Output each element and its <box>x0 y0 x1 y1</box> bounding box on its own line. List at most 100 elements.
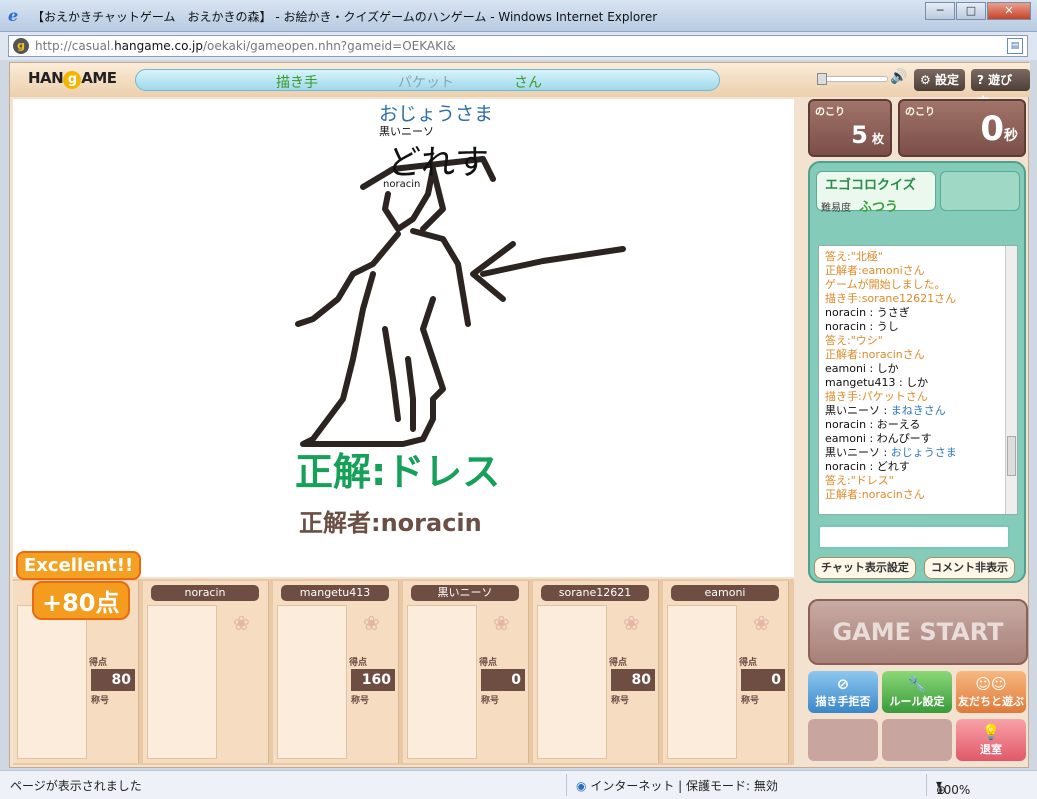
chat-message: しか <box>876 362 899 375</box>
quiz-side-pane <box>940 171 1020 211</box>
player-name: eamoni <box>671 585 779 601</box>
chat-scrollbar[interactable] <box>1005 246 1017 514</box>
drawer-label: 描き手 <box>276 75 318 91</box>
player-name: noracin <box>151 585 259 601</box>
chat-author: 黒いニーソ <box>825 404 880 417</box>
chat-line: 描き手:sorane12621さん <box>825 292 957 305</box>
score-value: 0 <box>741 669 785 691</box>
player-avatar <box>17 605 87 759</box>
url-field[interactable]: g http://casual.hangame.co.jp/oekaki/gam… <box>8 35 1028 57</box>
remaining-time-label: のこり <box>905 107 935 118</box>
settings-button[interactable]: ⚙ 設定 <box>914 69 965 91</box>
player-avatar <box>277 605 347 759</box>
refuse-draw-button[interactable]: ⊘ 描き手拒否 <box>808 671 878 713</box>
address-bar: g http://casual.hangame.co.jp/oekaki/gam… <box>0 32 1037 60</box>
player-slot-6[interactable]: eamoni ❀ 得点 0 称号 <box>663 581 789 763</box>
game-header: HANgAME 描き手 パケット さん 🔊 ⚙ 設定 ? 遊び方 <box>10 63 1030 109</box>
question-icon: ? <box>977 73 984 87</box>
flower-icon: ❀ <box>753 611 770 635</box>
compatibility-view-icon[interactable]: ▤ <box>1007 38 1023 54</box>
remaining-cards-value: 5 枚 <box>851 121 884 149</box>
chat-log[interactable]: 答え:"北極" 正解者:eamoniさん ゲームが開始しました。 描き手:sorane… <box>818 245 1018 515</box>
zone-text: インターネット | 保護モード: 無効 <box>590 779 778 793</box>
player-avatar <box>667 605 737 759</box>
refuse-draw-label: 描き手拒否 <box>815 695 871 708</box>
score-label: 得点 <box>349 658 368 668</box>
hangame-logo[interactable]: HAN g AME <box>22 69 123 91</box>
flower-icon: ❀ <box>623 611 640 635</box>
empty-slot-button-2 <box>882 719 952 761</box>
score-value: 160 <box>351 669 395 691</box>
chat-author: noracin <box>825 460 867 473</box>
chat-settings-button[interactable]: チャット表示設定 <box>814 557 916 579</box>
zoom-level: 100% <box>936 783 971 797</box>
speaker-icon[interactable]: 🔊 <box>890 69 907 85</box>
maximize-button[interactable]: □ <box>956 2 986 20</box>
player-name: mangetu413 <box>281 585 389 601</box>
chat-message: どれす <box>876 460 910 473</box>
score-label: 得点 <box>89 658 108 668</box>
minimize-button[interactable]: ─ <box>925 2 955 20</box>
security-zone[interactable]: ◉ インターネット | 保護モード: 無効 <box>576 777 778 794</box>
chat-author: mangetu413 <box>825 376 896 389</box>
difficulty-value: ふつう <box>859 200 899 215</box>
difficulty-label: 難易度 <box>821 203 851 214</box>
title-label: 称号 <box>91 696 110 706</box>
chat-line: noracin : うし <box>825 320 899 333</box>
score-value: 80 <box>91 669 135 691</box>
title-label: 称号 <box>351 696 370 706</box>
player-avatar <box>147 605 217 759</box>
guess-user: noracin <box>383 179 421 190</box>
status-text: ページが表示されました <box>10 779 142 793</box>
player-slot-4[interactable]: 黒いニーソ ❀ 得点 0 称号 <box>403 581 529 763</box>
status-divider <box>926 774 927 796</box>
chat-author: eamoni <box>825 362 866 375</box>
rule-settings-button[interactable]: 🔧 ルール設定 <box>882 671 952 713</box>
chat-line: 正解者:eamoniさん <box>825 264 925 277</box>
empty-slot-button-1 <box>808 719 878 761</box>
chat-line: noracin : うさぎ <box>825 306 910 319</box>
chat-input[interactable] <box>818 525 1010 549</box>
chat-author: noracin <box>825 418 867 431</box>
chat-scroll-thumb[interactable] <box>1007 436 1016 476</box>
status-divider <box>566 774 567 796</box>
quiz-panel: エゴコロクイズ 難易度 ふつう 答え:"北極" 正解者:eamoniさん ゲームが開始… <box>808 161 1026 583</box>
drawer-name: パケット <box>398 75 454 91</box>
close-button[interactable]: ✕ <box>987 2 1031 20</box>
hide-comments-button[interactable]: コメント非表示 <box>924 557 1015 579</box>
player-slot-5[interactable]: sorane12621 ❀ 得点 80 称号 <box>533 581 659 763</box>
player-slot-3[interactable]: mangetu413 ❀ 得点 160 称号 <box>273 581 399 763</box>
chat-message: まねきさん <box>890 404 946 417</box>
url-text: http://casual.hangame.co.jp/oekaki/gameo… <box>35 39 456 53</box>
invite-friends-button[interactable]: ☺☺ 友だちと遊ぶ <box>956 671 1026 713</box>
stroke-dress <box>300 271 446 447</box>
player-area: 得点 80 称号 noracin ❀ mangetu413 ❀ 得点 160 称… <box>13 579 794 765</box>
score-label: 得点 <box>479 658 498 668</box>
player-slot-2[interactable]: noracin ❀ <box>143 581 269 763</box>
game-start-button[interactable]: GAME START <box>808 599 1028 665</box>
chat-message: しか <box>906 376 929 389</box>
globe-icon: ◉ <box>576 779 587 793</box>
leave-room-button[interactable]: 💡 退室 <box>956 719 1026 761</box>
chat-line: 答え:"ドレス" <box>825 474 894 487</box>
chat-message: おーえる <box>876 418 921 431</box>
howto-button[interactable]: ? 遊び方 <box>971 69 1030 109</box>
rule-settings-label: ルール設定 <box>889 695 945 708</box>
stroke-right-arm <box>410 228 471 327</box>
score-label: 得点 <box>739 658 758 668</box>
title-label: 称号 <box>481 696 500 706</box>
solver-banner: 正解者:noracin <box>299 509 482 537</box>
cards-number: 5 <box>851 121 868 149</box>
score-value: 80 <box>611 669 655 691</box>
settings-icon: ⚙ <box>920 73 931 87</box>
excellent-badge: Excellent!! <box>16 551 142 580</box>
drawing-canvas[interactable]: おじょうさま 黒いニーソ どれす noracin 正解:ドレス 正解者:nora… <box>13 99 794 577</box>
volume-handle[interactable] <box>817 73 827 85</box>
remaining-time-value: 0秒 <box>980 109 1018 149</box>
zoom-control[interactable]: ⊕ 100% ▾ <box>936 777 970 797</box>
chat-message: おじょうさま <box>890 446 957 459</box>
title-label: 称号 <box>611 696 630 706</box>
volume-slider[interactable] <box>817 73 888 85</box>
chat-line: 描き手:パケットさん <box>825 390 928 403</box>
flower-icon: ❀ <box>363 611 380 635</box>
